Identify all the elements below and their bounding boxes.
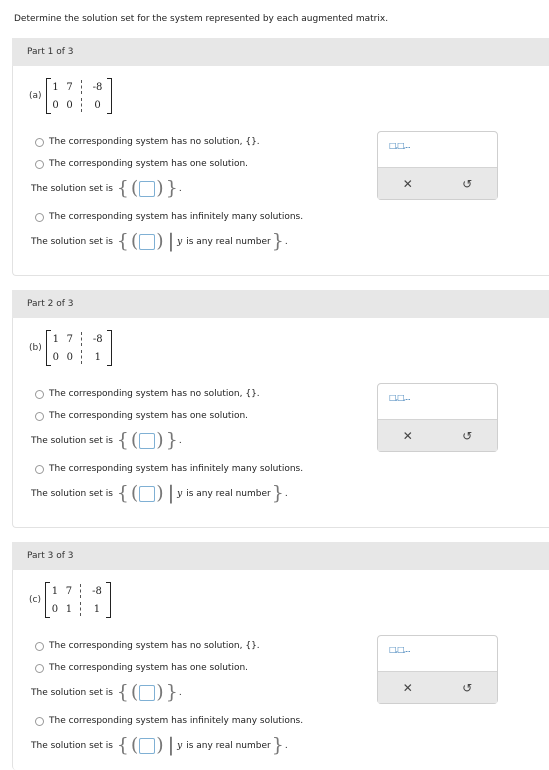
ordered-tuple-icon[interactable]: □,□,... bbox=[389, 645, 411, 654]
answer-input[interactable] bbox=[139, 684, 156, 701]
math-palette-1: □,□,... ✕ ↺ bbox=[377, 131, 498, 200]
clear-icon[interactable]: ✕ bbox=[393, 681, 423, 695]
radio-button[interactable] bbox=[35, 641, 44, 651]
clear-icon[interactable]: ✕ bbox=[393, 429, 423, 443]
answer-input[interactable] bbox=[139, 180, 156, 197]
undo-icon[interactable]: ↺ bbox=[452, 429, 482, 443]
answer-input[interactable] bbox=[139, 737, 156, 754]
ordered-tuple-icon[interactable]: □,□,... bbox=[389, 393, 411, 402]
answer-input[interactable] bbox=[139, 432, 156, 449]
math-palette-2: □,□,... ✕ ↺ bbox=[377, 383, 498, 452]
radio-button[interactable] bbox=[35, 159, 44, 169]
solution-set-infinite: The solution set is {( ) | y is any real… bbox=[31, 734, 288, 756]
ordered-tuple-icon[interactable]: □,□,... bbox=[389, 141, 411, 150]
matrix-label: (b) bbox=[29, 343, 42, 353]
math-palette-3: □,□,... ✕ ↺ bbox=[377, 635, 498, 704]
matrix-label: (a) bbox=[29, 91, 42, 101]
solution-set-infinite: The solution set is {( ) | y is any real… bbox=[31, 482, 288, 504]
solution-set-one: The solution set is {( )}. bbox=[31, 177, 182, 199]
option-no-solution[interactable]: The corresponding system has no solution… bbox=[35, 641, 260, 651]
option-infinite-solutions[interactable]: The corresponding system has infinitely … bbox=[35, 212, 303, 222]
radio-button[interactable] bbox=[35, 464, 44, 474]
option-one-solution[interactable]: The corresponding system has one solutio… bbox=[35, 159, 248, 169]
solution-set-one: The solution set is {( )}. bbox=[31, 429, 182, 451]
solution-set-one: The solution set is {( )}. bbox=[31, 681, 182, 703]
matrix-label: (c) bbox=[29, 595, 41, 605]
part-2-header: Part 2 of 3 bbox=[12, 290, 549, 318]
augmented-matrix: 1 7 -8 0 1 1 bbox=[44, 582, 111, 618]
solution-set-infinite: The solution set is {( ) | y is any real… bbox=[31, 230, 288, 252]
option-no-solution[interactable]: The corresponding system has no solution… bbox=[35, 389, 260, 399]
augmented-matrix: 1 7 -8 0 0 1 bbox=[45, 330, 112, 366]
undo-icon[interactable]: ↺ bbox=[452, 177, 482, 191]
radio-button[interactable] bbox=[35, 411, 44, 421]
instruction-text: Determine the solution set for the syste… bbox=[14, 14, 389, 24]
radio-button[interactable] bbox=[35, 389, 44, 399]
option-one-solution[interactable]: The corresponding system has one solutio… bbox=[35, 663, 248, 673]
option-infinite-solutions[interactable]: The corresponding system has infinitely … bbox=[35, 716, 303, 726]
radio-button[interactable] bbox=[35, 137, 44, 147]
radio-button[interactable] bbox=[35, 663, 44, 673]
option-one-solution[interactable]: The corresponding system has one solutio… bbox=[35, 411, 248, 421]
option-infinite-solutions[interactable]: The corresponding system has infinitely … bbox=[35, 464, 303, 474]
radio-button[interactable] bbox=[35, 716, 44, 726]
augmented-matrix: 1 7 -8 0 0 0 bbox=[45, 78, 112, 114]
radio-button[interactable] bbox=[35, 212, 44, 222]
option-no-solution[interactable]: The corresponding system has no solution… bbox=[35, 137, 260, 147]
answer-input[interactable] bbox=[139, 485, 156, 502]
part-3-header: Part 3 of 3 bbox=[12, 542, 549, 570]
undo-icon[interactable]: ↺ bbox=[452, 681, 482, 695]
answer-input[interactable] bbox=[139, 233, 156, 250]
part-1-header: Part 1 of 3 bbox=[12, 38, 549, 66]
clear-icon[interactable]: ✕ bbox=[393, 177, 423, 191]
